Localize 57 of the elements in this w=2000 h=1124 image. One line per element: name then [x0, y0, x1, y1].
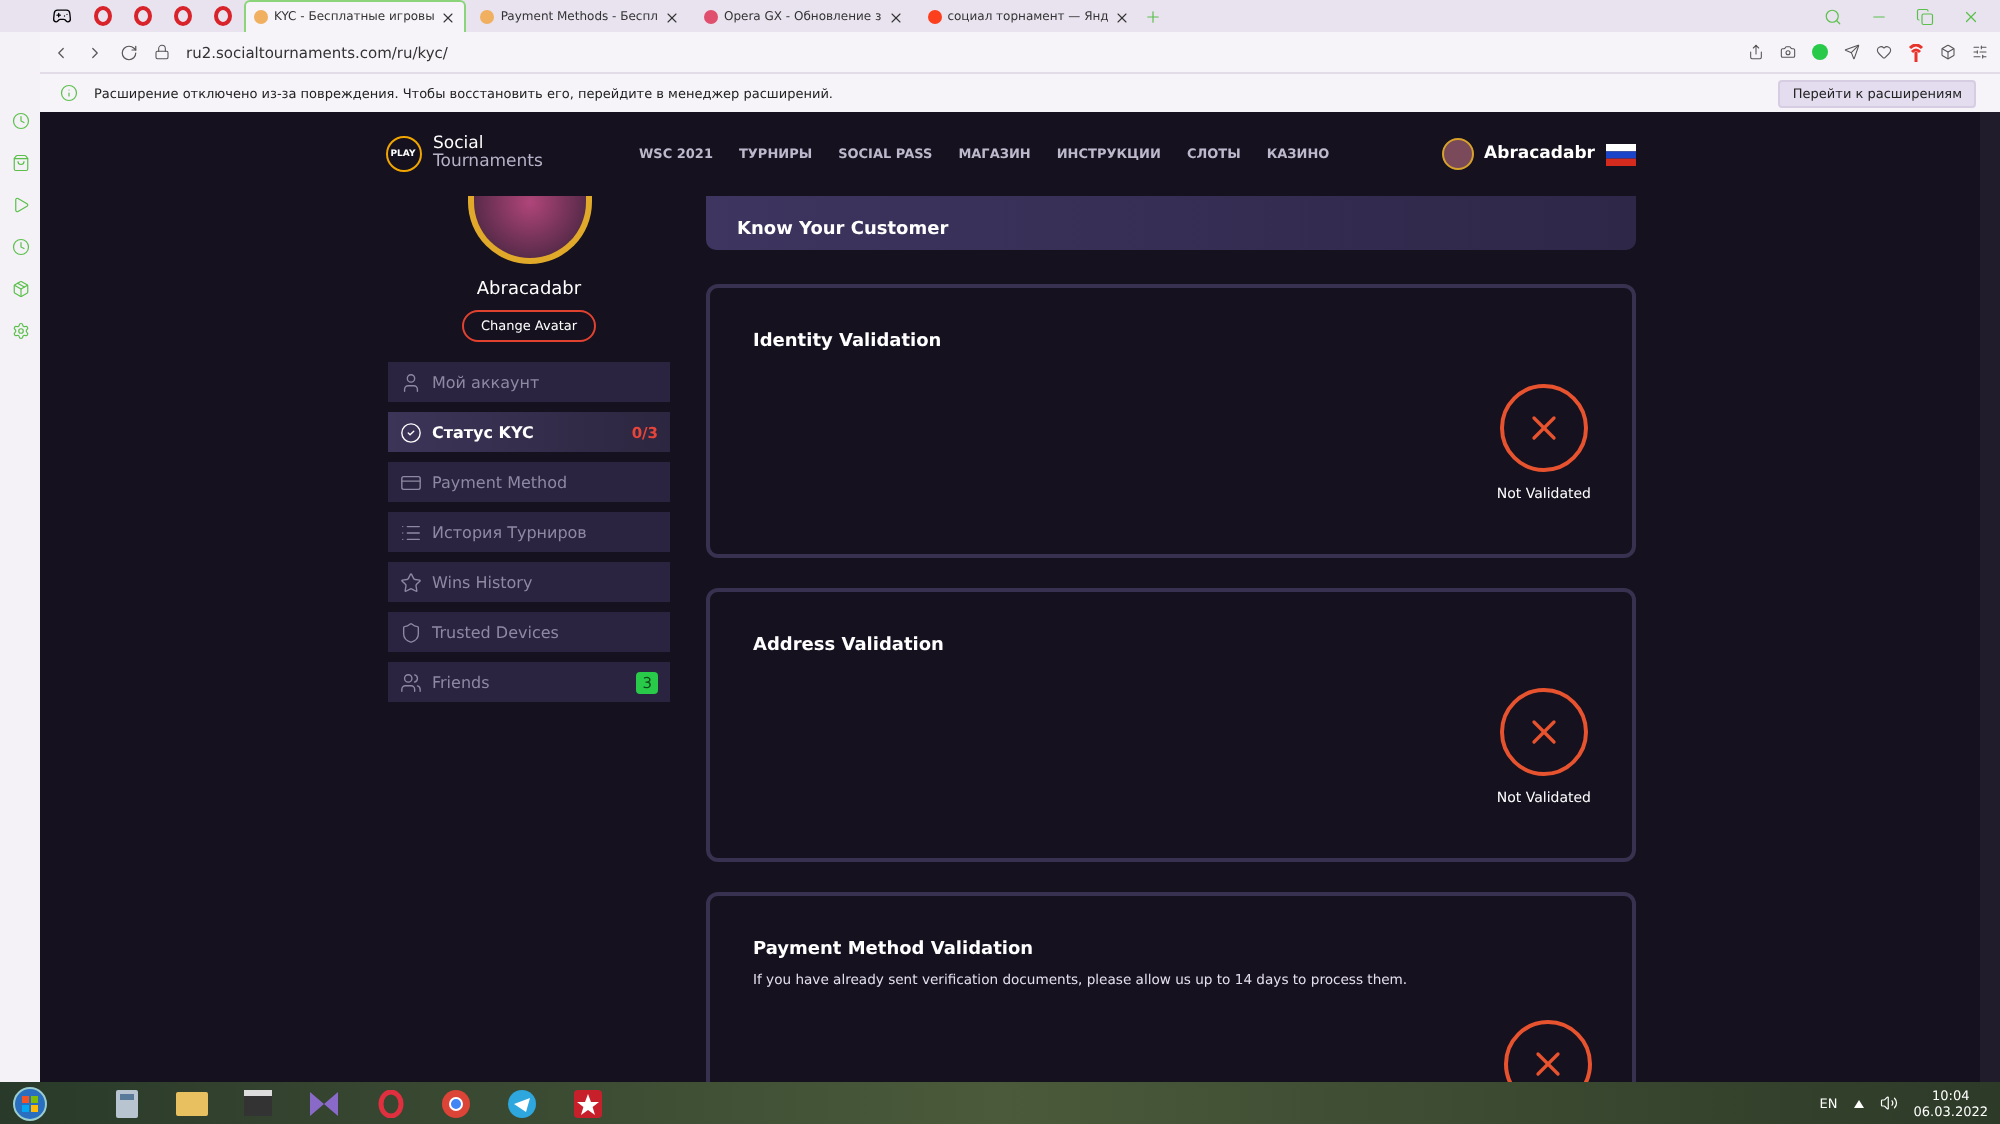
card-title: Payment Method Validation — [753, 940, 1036, 960]
profile-name: Abracadabr — [476, 280, 582, 300]
forward-icon[interactable] — [86, 43, 104, 61]
logo-text[interactable]: Tournaments — [433, 154, 543, 172]
menu-item[interactable]: Trusted Devices — [388, 612, 670, 652]
star-icon — [400, 571, 422, 593]
tab-favicon-icon — [703, 10, 718, 24]
reload-icon[interactable] — [120, 43, 138, 61]
card-title: Identity Validation — [753, 332, 944, 352]
users-icon — [400, 671, 422, 693]
ring-icon[interactable] — [93, 6, 111, 26]
close-icon[interactable] — [887, 9, 904, 25]
logo-text[interactable]: Social — [433, 136, 543, 154]
user-icon — [400, 371, 422, 393]
share-icon[interactable] — [1748, 44, 1764, 60]
star-icon[interactable] — [574, 1089, 602, 1117]
ring-icon[interactable] — [133, 6, 151, 26]
menu-item[interactable]: Payment Method — [388, 462, 670, 502]
heart-icon[interactable] — [1876, 44, 1892, 60]
calculator-icon[interactable] — [115, 1089, 137, 1117]
flag-icon[interactable] — [1605, 143, 1635, 165]
cube-icon[interactable] — [1940, 44, 1956, 60]
tab-favicon-icon — [927, 10, 942, 24]
camera-icon[interactable] — [1780, 44, 1796, 60]
triangle-up-icon[interactable] — [1853, 1099, 1864, 1107]
user-name[interactable]: Abracadabr — [1484, 144, 1595, 164]
tab-favicon-icon — [480, 10, 495, 24]
scrollbar[interactable] — [1980, 112, 2000, 1082]
clapperboard-icon[interactable] — [244, 1090, 272, 1116]
close-icon[interactable] — [440, 9, 457, 25]
page-title: Know Your Customer — [737, 220, 949, 240]
card-icon — [400, 471, 422, 493]
ring-icon[interactable] — [213, 6, 231, 26]
sliders-icon[interactable] — [1972, 44, 1988, 60]
user-avatar[interactable] — [1442, 138, 1475, 170]
menu-item[interactable]: История Турниров — [388, 512, 670, 552]
ring-icon[interactable] — [173, 6, 191, 26]
start-orb-icon[interactable] — [12, 1085, 48, 1121]
check-circle-icon — [400, 421, 422, 443]
bowtie-icon[interactable] — [310, 1091, 338, 1115]
info-icon — [60, 84, 78, 102]
menu-item[interactable]: Мой аккаунт — [388, 362, 670, 402]
shield-icon — [400, 621, 422, 643]
send-icon[interactable] — [1844, 44, 1860, 60]
paper-plane-icon[interactable] — [508, 1089, 536, 1117]
menu-item[interactable]: Wins History — [388, 562, 670, 602]
gamepad-icon[interactable] — [52, 6, 72, 26]
antenna-icon[interactable] — [1908, 43, 1924, 61]
folder-icon[interactable] — [176, 1091, 208, 1115]
card-title: Address Validation — [753, 636, 946, 656]
close-icon[interactable] — [663, 9, 680, 25]
close-icon[interactable] — [1114, 9, 1131, 25]
tab-favicon-icon — [254, 10, 268, 24]
back-icon[interactable] — [52, 43, 70, 61]
lock-icon — [154, 44, 170, 60]
speaker-icon[interactable] — [1879, 1094, 1898, 1112]
circle-icon[interactable] — [442, 1089, 470, 1117]
